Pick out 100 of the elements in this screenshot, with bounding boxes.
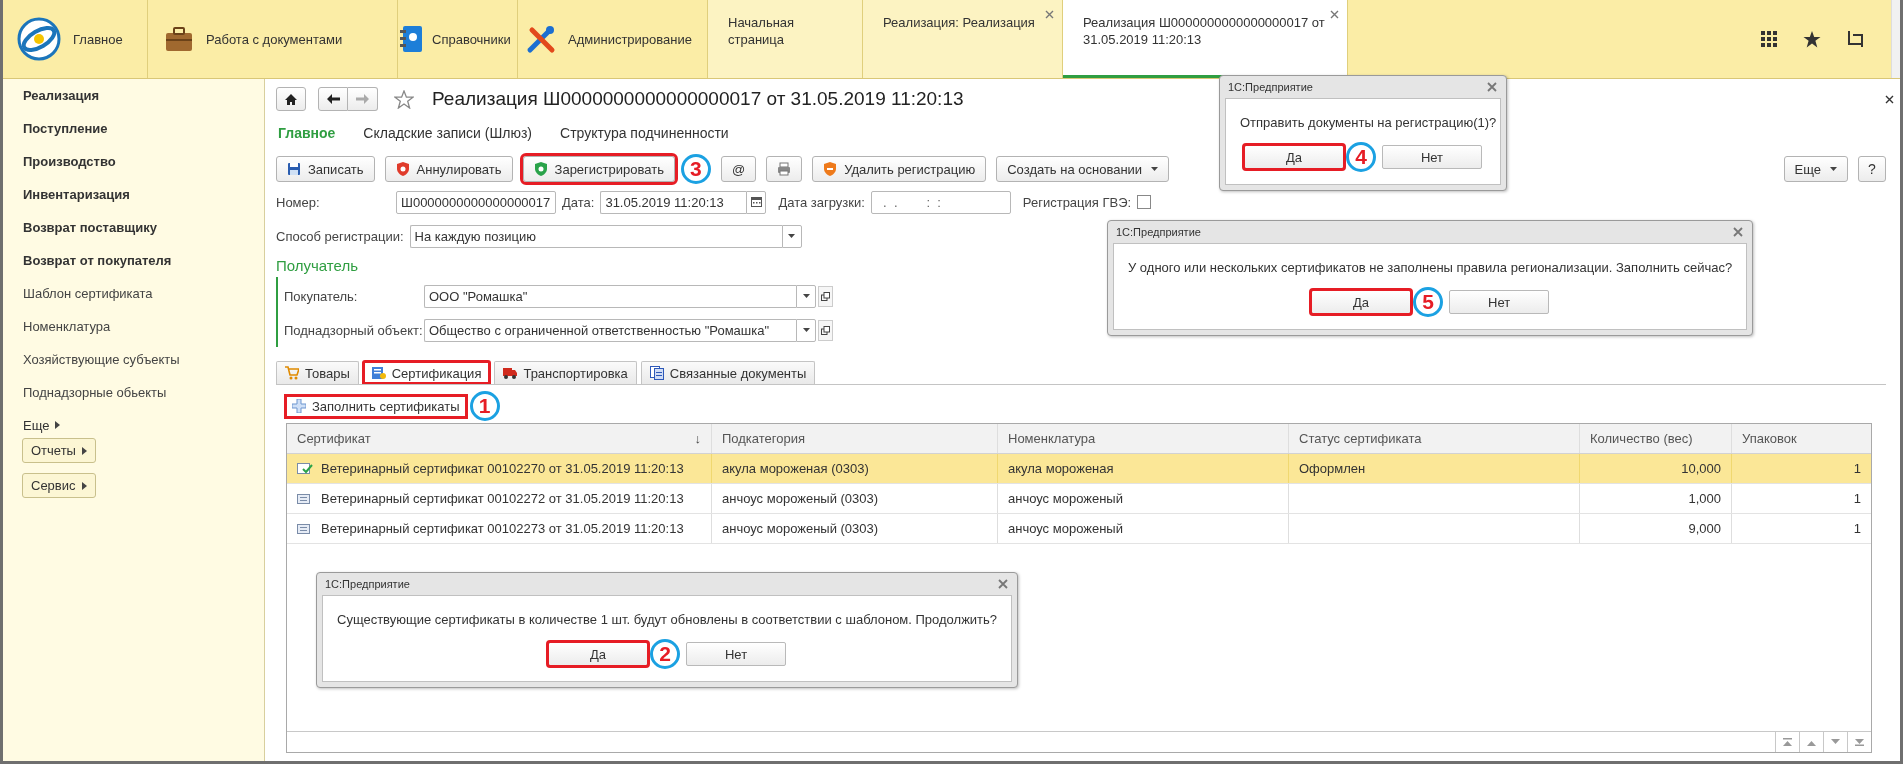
field-label: Дата загрузки: (778, 194, 865, 210)
dialog-button[interactable]: Да (548, 642, 649, 666)
sidebar-item[interactable]: Поступление (23, 121, 264, 154)
select-field[interactable]: Общество с ограниченной ответственностью "Ромашка" (424, 318, 796, 342)
column-header[interactable]: Упаковок (1732, 424, 1871, 453)
tab[interactable]: Транспортировка (494, 361, 637, 384)
section-button[interactable]: Работа с документами (148, 0, 398, 78)
table-cell: анчоус мороженый (1008, 521, 1123, 536)
tab[interactable]: Товары (276, 361, 359, 384)
logo-icon (17, 17, 61, 61)
table-cell: 1 (1853, 461, 1861, 476)
select-field[interactable]: На каждую позицию (409, 224, 782, 248)
input-field[interactable]: . . : : (870, 190, 1011, 214)
tools-icon (526, 24, 556, 54)
shield-icon (395, 162, 410, 176)
sort-icon[interactable]: ↓ (694, 431, 701, 446)
sidebar-button[interactable]: Сервис (22, 473, 96, 498)
form-title: Реализация Ш0000000000000000017 от 31.05.2019 11:20:13 (432, 88, 964, 110)
open-tab[interactable]: Реализация Ш0000000000000000017 от 31.05.2019 11:20:13 (1063, 0, 1348, 78)
column-header[interactable]: Количество (вес) (1580, 424, 1732, 453)
table-row[interactable]: Ветеринарный сертификат 00102273 от 31.05.2019 11:20:13 анчоус мороженый (0303) анчоус мороженый 9,000 1 (287, 514, 1871, 544)
table-cell: 1,000 (1688, 491, 1721, 506)
sidebar-item[interactable]: Производство (23, 154, 264, 187)
checkbox[interactable] (1137, 195, 1152, 209)
sidebar-item[interactable]: Реализация (23, 88, 264, 121)
open-button[interactable] (818, 319, 833, 341)
table-cell: анчоус мороженый (1008, 491, 1123, 506)
back-arrow-icon (326, 94, 340, 104)
printer-icon (777, 162, 792, 176)
home-button[interactable] (276, 87, 306, 111)
more-button[interactable]: Еще (1783, 156, 1848, 182)
briefcase-icon (164, 25, 194, 53)
table-cell: акула мороженая (1008, 461, 1114, 476)
dialog-button[interactable]: Да (1244, 145, 1344, 169)
open-icon (821, 325, 830, 335)
select-field[interactable]: ООО "Ромашка" (424, 284, 796, 308)
fill-button[interactable]: Заполнить сертификаты (286, 395, 466, 417)
table-cell: Ветеринарный сертификат 00102272 от 31.05.2019 11:20:13 (321, 491, 684, 506)
dropdown-button[interactable] (796, 318, 816, 342)
sidebar-item[interactable]: Хозяйствующие субъекты (23, 352, 264, 385)
dropdown-caret-icon (802, 328, 810, 332)
truck-icon (503, 366, 518, 380)
toolbar-button[interactable]: Зарегистрировать (522, 156, 675, 182)
windows-icon (1847, 30, 1863, 48)
dialog-button[interactable]: Нет (686, 642, 787, 666)
group-heading: Получатель (276, 257, 358, 274)
scrollbar[interactable] (1891, 0, 1900, 78)
sidebar-button[interactable]: Отчеты (22, 438, 96, 463)
column-header[interactable]: Номенклатура (998, 424, 1289, 453)
open-button[interactable] (818, 285, 833, 307)
section-link[interactable]: Структура подчиненности (560, 125, 729, 141)
toolbar-button[interactable] (766, 156, 803, 182)
calendar-button[interactable] (746, 190, 767, 214)
table-cell: анчоус мороженый (0303) (722, 521, 879, 536)
open-tab[interactable]: Реализация: Реализация (863, 0, 1063, 78)
field-label: Способ регистрации: (276, 228, 404, 244)
section-button[interactable]: Главное (3, 0, 148, 78)
notebook-icon (398, 24, 424, 54)
table-row[interactable]: Ветеринарный сертификат 00102270 от 31.05.2019 11:20:13 акула мороженая (0303) акула мороженая Оформлен 10,000 1 (287, 454, 1871, 484)
date-field[interactable]: 31.05.2019 11:20:13 (600, 190, 747, 214)
dialog-message: У одного или нескольких сертификатов не заполнены правила регионализации. Заполнить сейчас? (1128, 260, 1733, 275)
open-tab[interactable]: Начальная страница (708, 0, 863, 78)
open-icon (821, 291, 830, 301)
step-marker: 5 (1413, 287, 1444, 317)
back-button[interactable] (318, 87, 348, 111)
column-header[interactable]: Статус сертификата (1289, 424, 1580, 453)
section-link[interactable]: Складские записи (Шлюз) (363, 125, 533, 141)
table-cell: 10,000 (1681, 461, 1721, 476)
dropdown-caret-icon (802, 294, 810, 298)
toolbar-button[interactable]: Записать (276, 156, 375, 182)
sidebar-item[interactable]: Возврат от покупателя (23, 253, 264, 286)
table-row[interactable]: Ветеринарный сертификат 00102272 от 31.05.2019 11:20:13 анчоус мороженый (0303) анчоус мороженый 1,000 1 (287, 484, 1871, 514)
toolbar-button[interactable]: @ (720, 156, 757, 182)
input-field[interactable]: Ш0000000000000000017 (396, 190, 556, 214)
shield-icon (823, 162, 838, 176)
scroll-up-icon (1807, 738, 1816, 746)
sidebar-item[interactable]: Возврат поставщику (23, 220, 264, 253)
caret-icon (81, 446, 87, 455)
tab[interactable]: Сертификация (362, 361, 491, 384)
dialog-button[interactable]: Нет (1382, 145, 1482, 169)
close-icon (1487, 82, 1497, 92)
field-label: Покупатель: (284, 288, 359, 304)
table-cell: Оформлен (1299, 461, 1366, 476)
dropdown-button[interactable] (796, 284, 816, 308)
sidebar-item[interactable]: Номенклатура (23, 319, 264, 352)
column-header[interactable]: Подкатегория (712, 424, 998, 453)
toolbar-button[interactable]: Удалить регистрацию (812, 156, 987, 182)
table-cell: Ветеринарный сертификат 00102270 от 31.05.2019 11:20:13 (321, 461, 684, 476)
dialog-button[interactable]: Да (1311, 290, 1412, 314)
step-marker: 4 (1346, 142, 1376, 172)
toolbar-button[interactable]: Создать на основании (996, 156, 1170, 182)
dialog-button[interactable]: Нет (1449, 290, 1550, 314)
column-header[interactable]: Сертификат ↓ (287, 424, 712, 453)
tab[interactable]: Связанные документы (640, 361, 816, 384)
home-icon (285, 93, 297, 105)
help-button[interactable]: ? (1858, 156, 1886, 182)
sidebar-item[interactable]: Инвентаризация (23, 187, 264, 220)
toolbar-button[interactable]: Аннулировать (384, 156, 513, 182)
dropdown-button[interactable] (781, 224, 802, 248)
sidebar-item[interactable]: Шаблон сертификата (23, 286, 264, 319)
